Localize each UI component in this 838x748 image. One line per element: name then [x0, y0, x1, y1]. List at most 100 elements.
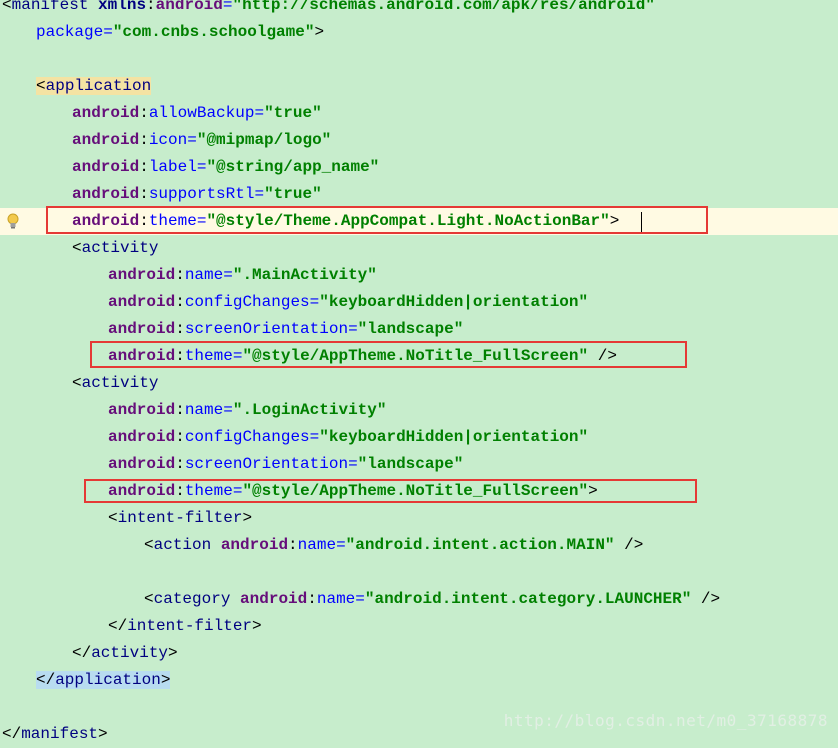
code-line[interactable]: android:supportsRtl="true": [0, 181, 838, 208]
code-token: =: [223, 266, 233, 284]
code-line[interactable]: android:screenOrientation="landscape": [0, 451, 838, 478]
code-line[interactable]: android:allowBackup="true": [0, 100, 838, 127]
highlight-box-loginactivity-theme: [84, 479, 697, 503]
code-token: label: [148, 158, 197, 176]
code-token: </: [72, 644, 92, 662]
code-line[interactable]: android:name=".LoginActivity": [0, 397, 838, 424]
code-token: "@string/app_name": [206, 158, 380, 176]
code-text: android:screenOrientation="landscape": [108, 451, 463, 478]
code-token: =: [254, 185, 265, 203]
code-text: <manifest xmlns:android="http://schemas.…: [2, 0, 655, 19]
code-token: =: [254, 104, 265, 122]
code-token: "@mipmap/logo": [196, 131, 332, 149]
code-token: <: [144, 590, 154, 608]
code-token: :: [139, 104, 149, 122]
code-token: android: [108, 428, 176, 446]
code-token: =: [309, 293, 320, 311]
code-token: android: [108, 293, 176, 311]
code-token: "http://schemas.android.com/apk/res/andr…: [232, 0, 655, 14]
code-token: android: [72, 158, 140, 176]
code-token: application: [55, 671, 161, 689]
code-text: </application>: [36, 667, 171, 694]
code-line[interactable]: package="com.cnbs.schoolgame">: [0, 19, 838, 46]
code-line[interactable]: [0, 559, 838, 586]
code-token: =: [309, 428, 320, 446]
code-token: manifest: [21, 725, 99, 743]
code-token: "android.intent.category.LAUNCHER": [364, 590, 692, 608]
code-token: :: [139, 185, 149, 203]
code-token: allowBackup: [148, 104, 255, 122]
code-line[interactable]: <category android:name="android.intent.c…: [0, 586, 838, 613]
code-text: <action android:name="android.intent.act…: [144, 532, 643, 559]
code-line[interactable]: <action android:name="android.intent.act…: [0, 532, 838, 559]
code-text: android:supportsRtl="true": [72, 181, 322, 208]
code-token: "android.intent.action.MAIN": [345, 536, 615, 554]
code-editor[interactable]: <manifest xmlns:android="http://schemas.…: [0, 0, 838, 743]
code-text: android:name=".LoginActivity": [108, 397, 386, 424]
code-token: </: [36, 671, 56, 689]
code-token: android: [72, 185, 140, 203]
code-token: android: [72, 131, 140, 149]
code-text: <application: [36, 73, 152, 100]
code-token: name: [184, 401, 224, 419]
code-token: :: [139, 131, 149, 149]
code-token: <: [36, 77, 46, 95]
code-token: =: [348, 320, 358, 338]
code-token: :: [175, 401, 185, 419]
code-token: =: [187, 131, 197, 149]
code-text: </intent-filter>: [108, 613, 262, 640]
code-token: :: [307, 590, 317, 608]
code-text: </activity>: [72, 640, 178, 667]
code-token: <: [2, 0, 12, 14]
code-text: android:name=".MainActivity": [108, 262, 377, 289]
code-line[interactable]: <application: [0, 73, 838, 100]
code-token: </: [2, 725, 22, 743]
code-token: android: [108, 320, 176, 338]
code-token: :: [175, 320, 185, 338]
code-token: :: [175, 455, 185, 473]
code-text: android:icon="@mipmap/logo": [72, 127, 331, 154]
code-line[interactable]: </activity>: [0, 640, 838, 667]
code-line[interactable]: <activity: [0, 370, 838, 397]
code-line[interactable]: android:icon="@mipmap/logo": [0, 127, 838, 154]
code-token: >: [98, 725, 108, 743]
code-token: "landscape": [357, 320, 464, 338]
code-token: name: [297, 536, 337, 554]
code-line[interactable]: </intent-filter>: [0, 613, 838, 640]
code-token: "keyboardHidden|orientation": [319, 428, 589, 446]
code-line[interactable]: [0, 46, 838, 73]
code-token: =: [348, 455, 358, 473]
code-text: android:screenOrientation="landscape": [108, 316, 463, 343]
code-token: screenOrientation: [184, 320, 349, 338]
code-line[interactable]: android:label="@string/app_name": [0, 154, 838, 181]
code-token: "keyboardHidden|orientation": [319, 293, 589, 311]
code-token: name: [316, 590, 356, 608]
code-token: android: [108, 455, 176, 473]
code-line[interactable]: <activity: [0, 235, 838, 262]
code-token: screenOrientation: [184, 455, 349, 473]
code-line[interactable]: <intent-filter>: [0, 505, 838, 532]
code-text: <category android:name="android.intent.c…: [144, 586, 720, 613]
code-token: </: [108, 617, 128, 635]
code-line[interactable]: <manifest xmlns:android="http://schemas.…: [0, 0, 838, 19]
code-token: android: [108, 266, 176, 284]
code-token: package: [36, 23, 104, 41]
code-token: >: [168, 644, 178, 662]
code-line[interactable]: </application>: [0, 667, 838, 694]
code-token: <: [72, 374, 82, 392]
watermark: http://blog.csdn.net/m0_37168878: [503, 711, 828, 730]
lightbulb-icon[interactable]: [7, 213, 19, 229]
code-text: android:allowBackup="true": [72, 100, 322, 127]
code-line[interactable]: android:configChanges="keyboardHidden|or…: [0, 424, 838, 451]
code-token: icon: [148, 131, 188, 149]
code-token: >: [160, 671, 171, 689]
highlight-box-application-theme: [46, 206, 708, 234]
code-token: =: [223, 401, 233, 419]
code-line[interactable]: android:name=".MainActivity": [0, 262, 838, 289]
code-line[interactable]: android:screenOrientation="landscape": [0, 316, 838, 343]
code-token: =: [196, 158, 207, 176]
code-token: =: [103, 23, 113, 41]
code-line[interactable]: android:configChanges="keyboardHidden|or…: [0, 289, 838, 316]
code-token: category: [153, 590, 241, 608]
code-token: <: [72, 239, 82, 257]
